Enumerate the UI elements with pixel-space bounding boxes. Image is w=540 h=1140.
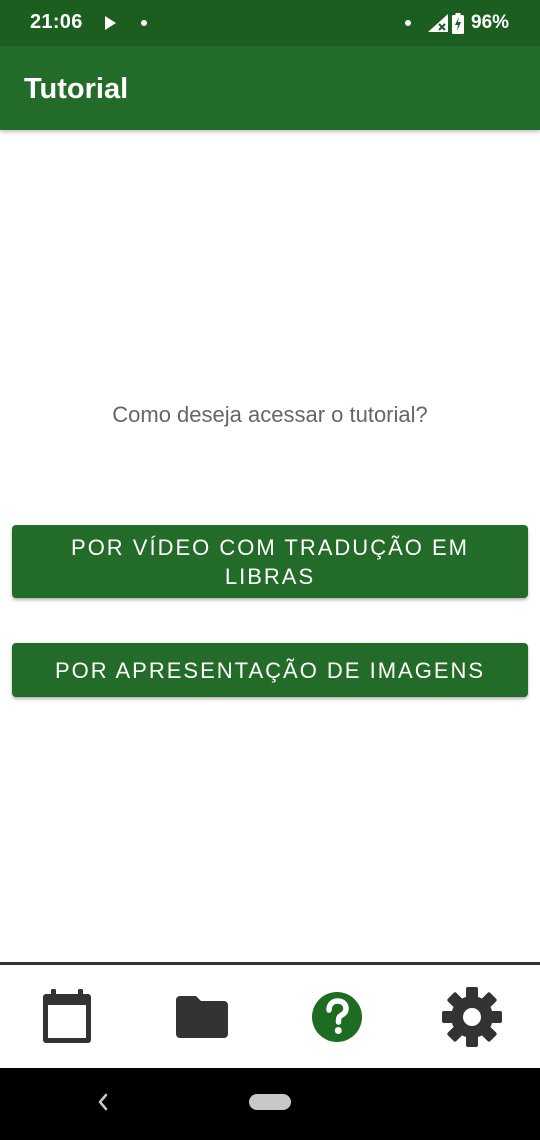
status-time: 21:06 bbox=[30, 11, 83, 33]
gear-icon bbox=[442, 987, 502, 1047]
help-icon bbox=[312, 992, 362, 1042]
back-icon[interactable] bbox=[96, 1092, 110, 1117]
battery-charging-icon bbox=[452, 13, 464, 39]
image-presentation-button[interactable]: POR APRESENTAÇÃO DE IMAGENS bbox=[12, 643, 528, 697]
notification-dot-icon bbox=[405, 20, 411, 26]
system-navigation-bar bbox=[0, 1068, 540, 1140]
bottom-nav bbox=[0, 962, 540, 1068]
status-bar: 21:06 96% bbox=[0, 0, 540, 46]
signal-icon bbox=[428, 14, 448, 37]
notification-dot-icon bbox=[141, 20, 147, 26]
home-pill[interactable] bbox=[249, 1094, 291, 1110]
page-title: Tutorial bbox=[24, 73, 129, 105]
play-icon bbox=[105, 16, 116, 30]
battery-percent: 96% bbox=[471, 12, 510, 33]
tutorial-prompt: Como deseja acessar o tutorial? bbox=[112, 402, 428, 427]
app-bar: Tutorial bbox=[0, 46, 540, 130]
video-libras-button[interactable]: POR VÍDEO COM TRADUÇÃO EM LIBRAS bbox=[12, 525, 528, 598]
calendar-icon bbox=[43, 989, 91, 1043]
nav-item-folder[interactable] bbox=[172, 987, 232, 1047]
nav-item-settings[interactable] bbox=[442, 987, 502, 1047]
nav-item-calendar[interactable] bbox=[37, 987, 97, 1047]
nav-item-help[interactable] bbox=[307, 987, 367, 1047]
folder-icon bbox=[176, 996, 228, 1038]
